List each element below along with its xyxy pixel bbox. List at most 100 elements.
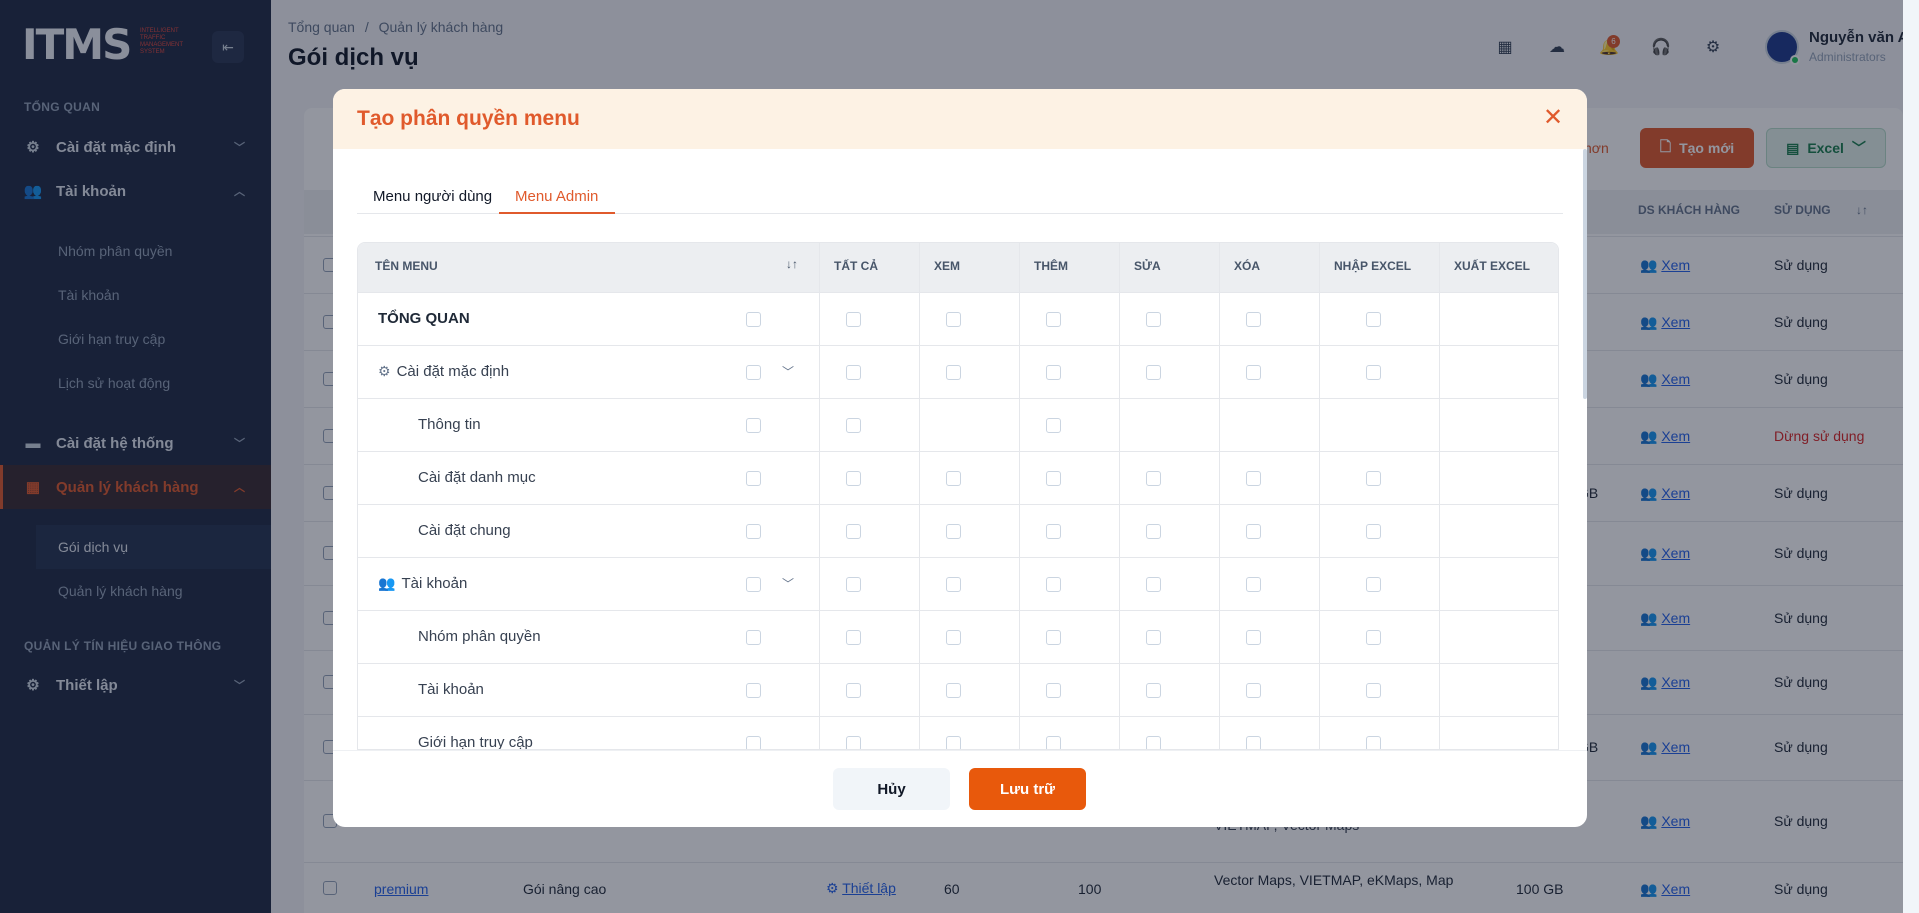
- page-scrollbar[interactable]: [1903, 0, 1919, 913]
- permission-checkbox[interactable]: [746, 471, 761, 486]
- permission-checkbox[interactable]: [1046, 365, 1061, 380]
- permission-checkbox[interactable]: [1146, 471, 1161, 486]
- permission-checkbox[interactable]: [746, 312, 761, 327]
- permission-checkbox[interactable]: [1246, 736, 1261, 749]
- permission-menu-label: Tài khoản: [418, 681, 484, 698]
- permission-checkbox[interactable]: [1366, 577, 1381, 592]
- permission-checkbox[interactable]: [1366, 365, 1381, 380]
- save-button[interactable]: Lưu trữ: [969, 768, 1086, 810]
- col-header-import-excel: NHẬP EXCEL: [1334, 259, 1412, 273]
- col-header-add: THÊM: [1034, 259, 1068, 273]
- permission-row: Cài đặt danh mục: [358, 451, 1558, 504]
- permission-checkbox[interactable]: [1246, 365, 1261, 380]
- users-icon: 👥: [378, 575, 396, 591]
- permission-checkbox[interactable]: [1046, 683, 1061, 698]
- permission-menu-name: TỔNG QUAN: [378, 310, 470, 327]
- permission-checkbox[interactable]: [846, 365, 861, 380]
- permission-checkbox[interactable]: [746, 577, 761, 592]
- permission-checkbox[interactable]: [1046, 577, 1061, 592]
- tab-user-menu[interactable]: Menu người dùng: [357, 179, 493, 214]
- permission-checkbox[interactable]: [1046, 471, 1061, 486]
- cancel-button[interactable]: Hủy: [833, 768, 950, 810]
- permission-checkbox[interactable]: [1146, 630, 1161, 645]
- permission-checkbox[interactable]: [1366, 312, 1381, 327]
- permission-checkbox[interactable]: [946, 524, 961, 539]
- col-header-delete: XÓA: [1234, 259, 1261, 273]
- column-divider: [819, 243, 820, 749]
- permission-checkbox[interactable]: [746, 524, 761, 539]
- permission-checkbox[interactable]: [1046, 736, 1061, 749]
- sort-icon[interactable]: ↓↑: [786, 257, 798, 271]
- permission-menu-name: 👥 Tài khoản: [378, 575, 467, 592]
- permission-checkbox[interactable]: [746, 365, 761, 380]
- permission-menu-name: Nhóm phân quyền: [418, 628, 541, 645]
- permission-row: TỔNG QUAN: [358, 292, 1558, 345]
- permission-checkbox[interactable]: [1246, 683, 1261, 698]
- permission-checkbox[interactable]: [1046, 312, 1061, 327]
- permission-row: ⚙ Cài đặt mặc định ﹀: [358, 345, 1558, 398]
- permission-checkbox[interactable]: [1046, 524, 1061, 539]
- permission-checkbox[interactable]: [1146, 524, 1161, 539]
- permission-checkbox[interactable]: [946, 471, 961, 486]
- permission-checkbox[interactable]: [946, 630, 961, 645]
- permission-checkbox[interactable]: [1366, 630, 1381, 645]
- tab-admin-menu[interactable]: Menu Admin: [499, 179, 615, 214]
- permission-checkbox[interactable]: [1246, 312, 1261, 327]
- chevron-down-icon[interactable]: ﹀: [782, 363, 794, 380]
- permission-checkbox[interactable]: [1366, 683, 1381, 698]
- permission-row: Thông tin: [358, 398, 1558, 451]
- permission-checkbox[interactable]: [946, 683, 961, 698]
- permission-checkbox[interactable]: [1246, 577, 1261, 592]
- modal-tabs: Menu người dùng Menu Admin: [357, 179, 1563, 214]
- permission-menu-name: Tài khoản: [418, 681, 484, 698]
- permission-checkbox[interactable]: [846, 577, 861, 592]
- column-divider: [1439, 243, 1440, 749]
- permission-row: Nhóm phân quyền: [358, 610, 1558, 663]
- permission-checkbox[interactable]: [1246, 630, 1261, 645]
- permission-checkbox[interactable]: [946, 577, 961, 592]
- permission-checkbox[interactable]: [846, 471, 861, 486]
- permission-checkbox[interactable]: [1366, 736, 1381, 749]
- col-header-export-excel: XUẤT EXCEL: [1454, 259, 1531, 273]
- permission-menu-label: Cài đặt chung: [418, 522, 511, 539]
- permission-checkbox[interactable]: [746, 683, 761, 698]
- gear-icon: ⚙: [378, 363, 391, 379]
- permission-checkbox[interactable]: [946, 736, 961, 749]
- column-divider: [1119, 243, 1120, 749]
- permission-checkbox[interactable]: [1146, 736, 1161, 749]
- column-divider: [1319, 243, 1320, 749]
- permission-checkbox[interactable]: [1366, 524, 1381, 539]
- permission-checkbox[interactable]: [1146, 312, 1161, 327]
- permission-checkbox[interactable]: [846, 736, 861, 749]
- permission-menu-label: Thông tin: [418, 416, 481, 433]
- permission-checkbox[interactable]: [1046, 418, 1061, 433]
- permission-menu-name: Giới hạn truy cập: [418, 734, 533, 749]
- permission-checkbox[interactable]: [846, 683, 861, 698]
- col-header-menu-name: TÊN MENU: [375, 259, 438, 273]
- col-header-edit: SỬA: [1134, 259, 1161, 273]
- permission-row: Tài khoản: [358, 663, 1558, 716]
- permission-checkbox[interactable]: [946, 312, 961, 327]
- permission-checkbox[interactable]: [746, 630, 761, 645]
- permission-checkbox[interactable]: [1146, 683, 1161, 698]
- permission-row: 👥 Tài khoản ﹀: [358, 557, 1558, 610]
- chevron-down-icon[interactable]: ﹀: [782, 575, 794, 592]
- permission-checkbox[interactable]: [746, 418, 761, 433]
- permission-checkbox[interactable]: [1246, 524, 1261, 539]
- permission-checkbox[interactable]: [846, 630, 861, 645]
- permission-checkbox[interactable]: [846, 312, 861, 327]
- permission-checkbox[interactable]: [946, 365, 961, 380]
- permission-checkbox[interactable]: [1146, 577, 1161, 592]
- permission-checkbox[interactable]: [846, 524, 861, 539]
- permission-checkbox[interactable]: [746, 736, 761, 749]
- close-icon[interactable]: ✕: [1540, 105, 1566, 131]
- permission-checkbox[interactable]: [1146, 365, 1161, 380]
- permission-checkbox[interactable]: [846, 418, 861, 433]
- column-divider: [1019, 243, 1020, 749]
- permission-menu-label: Nhóm phân quyền: [418, 628, 541, 645]
- modal-scrollbar[interactable]: [1583, 149, 1587, 399]
- permission-checkbox[interactable]: [1366, 471, 1381, 486]
- permission-checkbox[interactable]: [1046, 630, 1061, 645]
- permission-checkbox[interactable]: [1246, 471, 1261, 486]
- permission-menu-name: Thông tin: [418, 416, 481, 433]
